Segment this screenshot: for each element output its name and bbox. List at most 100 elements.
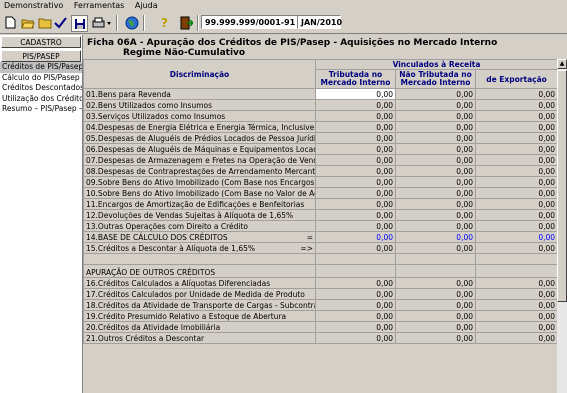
- value-cell[interactable]: 0,00: [395, 209, 476, 221]
- cadastro-button[interactable]: CADASTRO: [1, 36, 81, 48]
- row-label: [83, 253, 316, 265]
- value-cell[interactable]: 0,00: [395, 154, 476, 166]
- value-cell[interactable]: 0,00: [315, 321, 396, 333]
- open-folder-icon[interactable]: [20, 15, 35, 30]
- menu-ajuda[interactable]: Ajuda: [131, 0, 162, 10]
- value-cell[interactable]: 0,00: [474, 132, 559, 144]
- globe-icon[interactable]: [124, 15, 139, 30]
- value-cell[interactable]: 0,00: [474, 99, 559, 111]
- value-cell[interactable]: 0,00: [474, 121, 559, 133]
- value-cell[interactable]: 0,00: [315, 165, 396, 177]
- row-label: 04.Despesas de Energia Elétrica e Energi…: [83, 121, 316, 133]
- value-cell[interactable]: 0,00: [395, 220, 476, 232]
- value-cell[interactable]: 0,00: [395, 88, 476, 100]
- value-cell[interactable]: 0,00: [474, 288, 559, 300]
- value-cell[interactable]: 0,00: [315, 99, 396, 111]
- value-cell[interactable]: 0,00: [315, 187, 396, 199]
- table-row: APURAÇÃO DE OUTROS CRÉDITOS: [83, 264, 559, 278]
- value-cell[interactable]: 0,00: [395, 310, 476, 322]
- value-cell[interactable]: 0,00: [474, 299, 559, 311]
- sidebar-item-creditos[interactable]: Créditos de PIS/Pasep: [0, 62, 82, 73]
- value-cell[interactable]: 0,00: [315, 288, 396, 300]
- value-cell[interactable]: 0,00: [474, 209, 559, 221]
- value-cell[interactable]: 0,00: [315, 143, 396, 155]
- value-cell[interactable]: 0,00: [315, 310, 396, 322]
- value-cell[interactable]: 0,00: [474, 176, 559, 188]
- value-cell[interactable]: 0,00: [474, 110, 559, 122]
- row-label-text: 19.Crédito Presumido Relativo a Estoque …: [86, 311, 287, 321]
- value-cell[interactable]: 0,00: [474, 154, 559, 166]
- value-cell[interactable]: 0,00: [395, 143, 476, 155]
- table-row: 09.Sobre Bens do Ativo Imobilizado (Com …: [83, 176, 559, 188]
- save-disk-icon[interactable]: [71, 15, 88, 32]
- scroll-thumb[interactable]: [557, 70, 567, 302]
- value-cell[interactable]: 0,00: [474, 242, 559, 254]
- menu-ferramentas[interactable]: Ferramentas: [70, 0, 128, 10]
- value-cell[interactable]: 0,00: [395, 198, 476, 210]
- scroll-up-icon[interactable]: ▲: [557, 59, 567, 69]
- value-cell[interactable]: 0,00: [395, 165, 476, 177]
- folder-icon[interactable]: [37, 15, 52, 30]
- row-label-text: 11.Encargos de Amortização de Edificaçõe…: [86, 199, 305, 209]
- value-cell[interactable]: 0,00: [395, 242, 476, 254]
- sidebar-item-utilizacao[interactable]: Utilização dos Créditos: [0, 94, 82, 105]
- value-cell[interactable]: 0,00: [395, 299, 476, 311]
- value-cell[interactable]: 0,00: [395, 110, 476, 122]
- value-cell[interactable]: 0,00: [315, 110, 396, 122]
- value-cell[interactable]: 0,00: [315, 332, 396, 344]
- row-label-text: 20.Créditos da Atividade Imobiliária: [86, 322, 221, 332]
- value-cell[interactable]: 0,00: [395, 121, 476, 133]
- value-cell[interactable]: 0,00: [395, 231, 476, 243]
- value-cell[interactable]: 0,00: [474, 187, 559, 199]
- value-cell[interactable]: 0,00: [315, 88, 396, 100]
- value-cell[interactable]: 0,00: [315, 231, 396, 243]
- value-cell[interactable]: 0,00: [474, 310, 559, 322]
- row-label-text: 17.Créditos Calculados por Unidade de Me…: [86, 289, 305, 299]
- value-cell[interactable]: 0,00: [395, 176, 476, 188]
- value-cell[interactable]: 0,00: [315, 132, 396, 144]
- row-label: 20.Créditos da Atividade Imobiliária: [83, 321, 316, 333]
- sidebar-item-calculo[interactable]: Cálculo do PIS/Pasep -: [0, 73, 82, 84]
- value-cell[interactable]: 0,00: [474, 321, 559, 333]
- vertical-scrollbar[interactable]: ▲: [557, 59, 567, 393]
- sidebar-item-creditos-descontados[interactable]: Créditos Descontados: [0, 83, 82, 94]
- value-cell[interactable]: 0,00: [315, 209, 396, 221]
- value-cell[interactable]: 0,00: [395, 321, 476, 333]
- value-cell[interactable]: 0,00: [474, 231, 559, 243]
- header-nao-tributada: Não Tributada no Mercado Interno: [395, 69, 476, 89]
- print-icon[interactable]: [90, 15, 112, 30]
- value-cell[interactable]: 0,00: [395, 288, 476, 300]
- value-cell: [395, 253, 476, 265]
- value-cell[interactable]: 0,00: [474, 198, 559, 210]
- table-row: 18.Créditos da Atividade de Transporte d…: [83, 299, 559, 311]
- value-cell[interactable]: 0,00: [395, 132, 476, 144]
- exit-door-icon[interactable]: [178, 15, 193, 30]
- value-cell[interactable]: 0,00: [395, 332, 476, 344]
- new-document-icon[interactable]: [3, 15, 18, 30]
- value-cell[interactable]: 0,00: [474, 165, 559, 177]
- value-cell[interactable]: 0,00: [395, 277, 476, 289]
- value-cell[interactable]: 0,00: [315, 277, 396, 289]
- value-cell[interactable]: 0,00: [474, 332, 559, 344]
- value-cell[interactable]: 0,00: [315, 154, 396, 166]
- value-cell[interactable]: 0,00: [474, 143, 559, 155]
- value-cell[interactable]: 0,00: [474, 220, 559, 232]
- sidebar-item-resumo[interactable]: Resumo – PIS/Pasep –: [0, 104, 82, 115]
- value-cell[interactable]: 0,00: [315, 220, 396, 232]
- value-cell[interactable]: 0,00: [315, 242, 396, 254]
- row-label-text: 05.Despesas de Aluguéis de Prédios Locad…: [86, 133, 316, 143]
- value-cell[interactable]: 0,00: [315, 121, 396, 133]
- pis-pasep-button[interactable]: PIS/PASEP: [1, 50, 81, 62]
- value-cell[interactable]: 0,00: [315, 198, 396, 210]
- value-cell[interactable]: 0,00: [315, 176, 396, 188]
- menu-demonstrativo[interactable]: Demonstrativo: [0, 0, 67, 10]
- value-cell[interactable]: 0,00: [474, 88, 559, 100]
- row-label-text: 10.Sobre Bens do Ativo Imobilizado (Com …: [86, 188, 316, 198]
- value-cell[interactable]: 0,00: [395, 187, 476, 199]
- value-cell[interactable]: 0,00: [395, 99, 476, 111]
- value-cell[interactable]: 0,00: [474, 277, 559, 289]
- check-icon[interactable]: [53, 15, 68, 30]
- value-cell[interactable]: 0,00: [315, 299, 396, 311]
- help-icon[interactable]: ?: [157, 15, 172, 30]
- table-row: [83, 253, 559, 265]
